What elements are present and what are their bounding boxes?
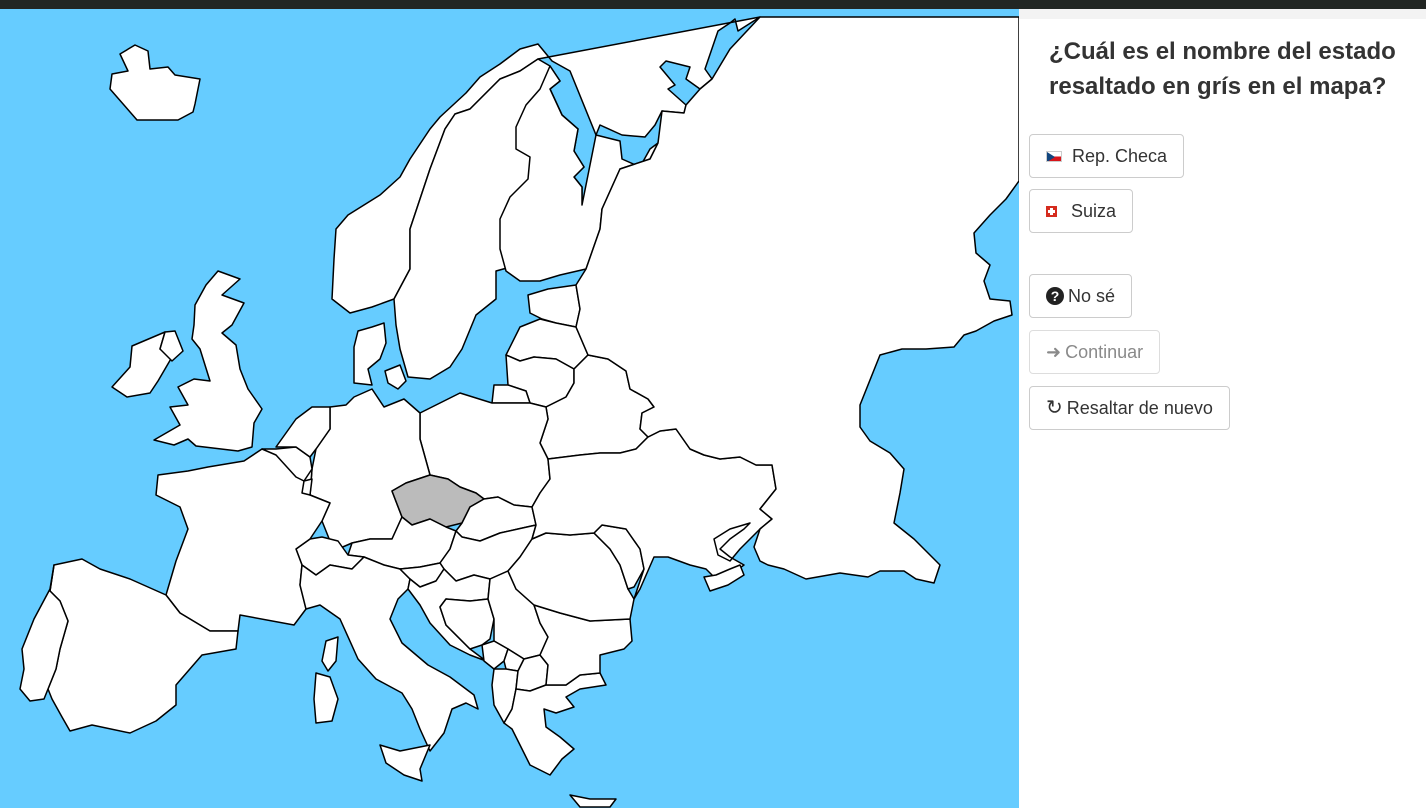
question-panel: ¿Cuál es el nombre del estado resaltado … (1019, 9, 1426, 808)
island-corsica[interactable] (321, 636, 339, 672)
dont-know-label: No sé (1068, 285, 1116, 306)
europe-map (0, 9, 1019, 808)
panel-top-strip (1019, 9, 1426, 19)
rehighlight-button[interactable]: ↻ Resaltar de nuevo (1029, 386, 1230, 430)
island-sicily[interactable] (379, 744, 431, 782)
answer-option-label: Suiza (1071, 200, 1117, 221)
question-text: ¿Cuál es el nombre del estado resaltado … (1049, 38, 1396, 100)
question-circle-icon: ? (1046, 287, 1064, 305)
europe-map-svg (19, 16, 1019, 808)
answer-option-czech-republic[interactable]: Rep. Checa (1029, 134, 1185, 178)
answer-option-switzerland[interactable]: Suiza (1029, 189, 1134, 233)
country-iceland[interactable] (109, 44, 201, 121)
top-bar (0, 0, 1426, 9)
country-luxembourg[interactable] (301, 478, 313, 496)
arrow-right-icon: ➜ (1046, 341, 1062, 362)
continue-button[interactable]: ➜ Continuar (1029, 330, 1161, 374)
continue-label: Continuar (1065, 341, 1144, 362)
dont-know-button[interactable]: ? No sé (1029, 274, 1133, 318)
island-sardinia[interactable] (313, 672, 339, 724)
czech-flag-icon (1046, 150, 1062, 162)
refresh-icon: ↻ (1046, 397, 1063, 419)
island-crete[interactable] (569, 794, 617, 808)
swiss-flag-icon (1046, 205, 1057, 217)
rehighlight-label: Resaltar de nuevo (1066, 397, 1213, 418)
country-denmark-zealand[interactable] (384, 364, 407, 390)
answer-option-label: Rep. Checa (1072, 145, 1168, 166)
country-denmark[interactable] (353, 322, 387, 386)
